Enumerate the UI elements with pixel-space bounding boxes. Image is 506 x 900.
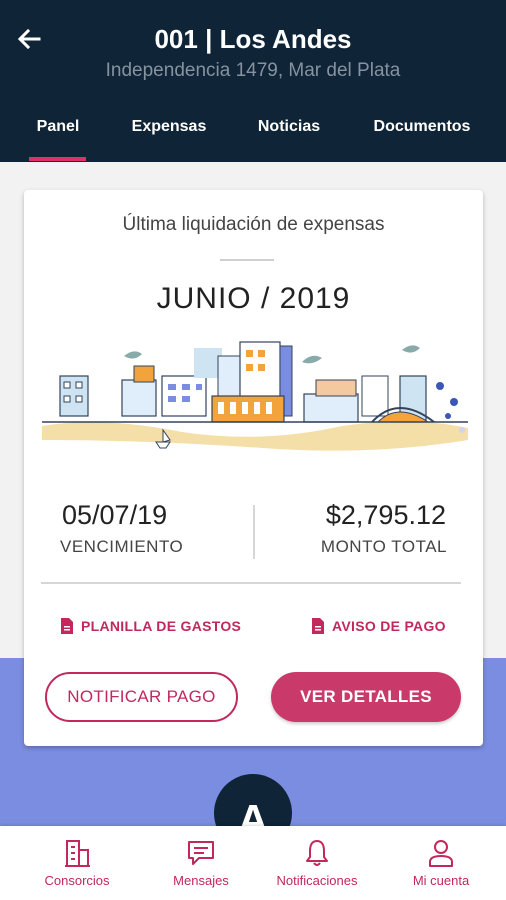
card-divider — [41, 582, 461, 584]
nav-label-mi-cuenta: Mi cuenta — [412, 873, 470, 888]
tab-panel[interactable]: Panel — [22, 118, 94, 136]
nav-item-mensajes[interactable]: Mensajes — [138, 826, 264, 900]
page-subtitle: Independencia 1479, Mar del Plata — [105, 60, 401, 81]
nav-item-consorcios[interactable]: Consorcios — [14, 826, 140, 900]
due-date-value: 05/07/19 — [62, 500, 168, 530]
expense-summary-card: Última liquidación de expensas JUNIO / 2… — [24, 190, 483, 746]
city-illustration — [42, 341, 468, 451]
message-icon — [188, 841, 214, 865]
user-icon — [429, 840, 453, 867]
expenses-sheet-label: PLANILLA DE GASTOS — [81, 618, 242, 634]
tab-bar: Panel Expensas Noticias Documentos — [0, 110, 506, 162]
app-header: 001 | Los Andes Independencia 1479, Mar … — [0, 0, 506, 162]
total-amount-value: $2,795.12 — [325, 500, 446, 530]
payment-notice-link[interactable]: AVISO DE PAGO — [312, 618, 446, 634]
stats-separator — [253, 505, 255, 559]
nav-item-notificaciones[interactable]: Notificaciones — [254, 826, 380, 900]
document-icon — [61, 618, 73, 634]
title-divider — [220, 259, 274, 261]
expenses-sheet-link[interactable]: PLANILLA DE GASTOS — [61, 618, 241, 634]
tab-noticias[interactable]: Noticias — [244, 118, 334, 136]
card-title: Última liquidación de expensas — [122, 214, 385, 235]
nav-label-mensajes: Mensajes — [173, 873, 229, 888]
due-date-label: VENCIMIENTO — [60, 537, 184, 556]
active-tab-indicator — [29, 157, 86, 161]
building-icon — [65, 840, 90, 867]
nav-label-consorcios: Consorcios — [44, 873, 110, 888]
view-details-button[interactable]: VER DETALLES — [271, 672, 461, 722]
tab-expensas[interactable]: Expensas — [124, 118, 214, 136]
notify-payment-button[interactable]: NOTIFICAR PAGO — [45, 672, 238, 722]
period-label: JUNIO / 2019 — [156, 282, 351, 315]
tab-documentos[interactable]: Documentos — [362, 118, 482, 136]
payment-notice-label: AVISO DE PAGO — [332, 618, 446, 634]
bell-icon — [306, 840, 328, 866]
nav-label-notificaciones: Notificaciones — [276, 873, 358, 888]
page-title: 001 | Los Andes — [154, 24, 352, 54]
bottom-navigation: Consorcios Mensajes Notificaciones Mi cu… — [0, 826, 506, 900]
total-amount-label: MONTO TOTAL — [320, 537, 447, 556]
nav-item-mi-cuenta[interactable]: Mi cuenta — [378, 826, 504, 900]
document-icon — [312, 618, 324, 634]
